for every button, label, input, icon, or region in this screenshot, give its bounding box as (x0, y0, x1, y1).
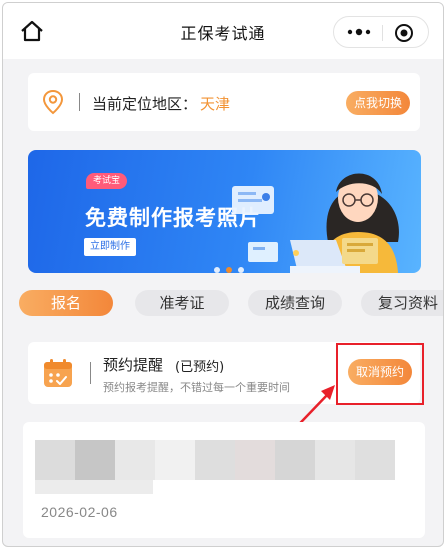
promo-banner[interactable]: 考试宝 免费制作报考照片 立即制作 (28, 150, 421, 273)
banner-tag: 考试宝 (86, 173, 128, 189)
banner-illustration (232, 173, 399, 273)
app-frame: 正保考试通 当前定位地区： 天津 点我切换 考试宝 免费制作报考照片 立即制作 (2, 2, 444, 547)
banner-dot (238, 267, 244, 273)
location-label: 当前定位地区： (92, 95, 198, 113)
close-miniprogram-icon[interactable] (394, 23, 414, 43)
category-tabs: 报名 准考证 成绩查询 复习资料 (3, 290, 443, 316)
tab-register[interactable]: 报名 (19, 290, 113, 316)
reminder-description: 预约报考提醒，不错过每一个重要时间 (103, 381, 290, 394)
mini-program-capsule (333, 16, 429, 48)
blurred-subtitle (35, 480, 153, 494)
blurred-content (35, 440, 395, 480)
tab-score-query[interactable]: 成绩查询 (248, 290, 342, 316)
location-divider (79, 93, 80, 111)
location-city: 天津 (200, 95, 231, 113)
tab-admission-ticket[interactable]: 准考证 (135, 290, 229, 316)
reminder-status: (已预约) (175, 360, 225, 375)
make-photo-button[interactable]: 立即制作 (84, 238, 136, 256)
banner-dot (214, 267, 220, 273)
switch-location-button[interactable]: 点我切换 (346, 91, 410, 115)
location-card: 当前定位地区： 天津 点我切换 (28, 73, 420, 131)
tab-study-materials[interactable]: 复习资料 (361, 290, 443, 316)
reminder-divider (90, 362, 91, 384)
exam-item-card[interactable]: 2026-02-06 (23, 422, 425, 538)
calendar-icon (44, 359, 72, 387)
item-date: 2026-02-06 (41, 504, 118, 520)
top-bar: 正保考试通 (3, 3, 443, 59)
banner-indicator (214, 258, 250, 273)
capsule-divider (382, 25, 383, 41)
location-pin-icon (42, 89, 64, 115)
banner-dot-active (226, 267, 232, 273)
reminder-title: 预约提醒 (103, 356, 164, 374)
more-icon[interactable] (344, 24, 374, 40)
